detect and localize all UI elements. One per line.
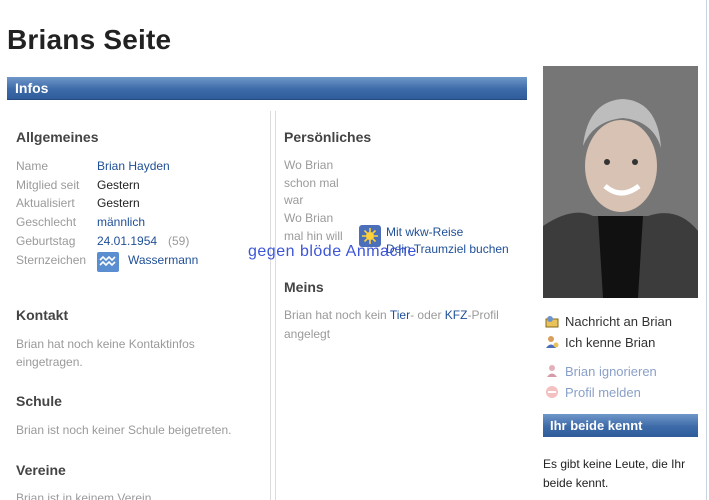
value-sternzeichen-link[interactable]: Wassermann xyxy=(128,253,198,267)
page-title: Brians Seite xyxy=(7,24,172,55)
meins-text-line2: angelegt xyxy=(284,327,331,341)
label-mitglied-seit: Mitglied seit xyxy=(16,178,80,192)
beide-kennt-text-line1: Es gibt keine Leute, die Ihr xyxy=(543,457,686,471)
meins-text-line1: Brian hat noch kein Tier- oder KFZ-Profi… xyxy=(284,308,499,322)
melden-link[interactable]: Profil melden xyxy=(565,385,641,400)
section-heading-schule: Schule xyxy=(16,393,62,409)
page-edge xyxy=(706,0,707,500)
value-geschlecht-link[interactable]: männlich xyxy=(97,215,145,229)
value-aktualisiert: Gestern xyxy=(97,196,140,210)
ignorieren-link[interactable]: Brian ignorieren xyxy=(565,364,657,379)
aquarius-icon xyxy=(97,252,119,272)
section-heading-kontakt: Kontakt xyxy=(16,307,69,323)
infos-header-bar: Infos xyxy=(7,77,527,100)
schule-text: Brian ist noch keiner Schule beigetreten… xyxy=(16,423,232,437)
q1-label-line2: schon mal xyxy=(284,176,339,190)
friend-icon xyxy=(546,336,559,348)
profile-photo xyxy=(543,66,698,298)
tier-profil-link[interactable]: Tier xyxy=(390,308,410,322)
value-mitglied-seit: Gestern xyxy=(97,178,140,192)
section-heading-allgemeines: Allgemeines xyxy=(16,129,99,145)
label-geburtstag: Geburtstag xyxy=(16,234,76,248)
ignore-icon xyxy=(547,365,557,377)
beide-kennt-text-line2: beide kennt. xyxy=(543,476,609,490)
label-sternzeichen: Sternzeichen xyxy=(16,253,87,267)
q1-label-line3: war xyxy=(284,193,304,207)
kfz-profil-link[interactable]: KFZ xyxy=(445,308,468,322)
meins-text-suffix: -Profil xyxy=(467,308,499,322)
left-column: Allgemeines Name Brian Hayden Mitglied s… xyxy=(7,111,271,500)
wkw-reise-link[interactable]: Mit wkw-Reise xyxy=(386,225,463,239)
kontakt-text-line2: eingetragen. xyxy=(16,355,83,369)
report-icon xyxy=(546,386,558,398)
section-heading-persoenliches: Persönliches xyxy=(284,129,372,145)
meins-text-prefix: Brian hat noch kein xyxy=(284,308,390,322)
section-heading-vereine: Vereine xyxy=(16,462,66,478)
value-name-link[interactable]: Brian Hayden xyxy=(97,159,170,173)
beide-kennt-header: Ihr beide kennt xyxy=(543,414,698,437)
message-icon xyxy=(545,316,559,328)
section-heading-meins: Meins xyxy=(284,279,324,295)
overlay-caption: gegen blöde Anmache xyxy=(248,243,417,260)
meins-text-mid: - oder xyxy=(410,308,445,322)
beide-kennt-title: Ihr beide kennt xyxy=(550,418,643,433)
vereine-text: Brian ist in keinem Verein xyxy=(16,491,152,500)
ich-kenne-link[interactable]: Ich kenne Brian xyxy=(565,335,655,350)
q1-label-line1: Wo Brian xyxy=(284,158,334,172)
label-aktualisiert: Aktualisiert xyxy=(16,196,75,210)
infos-title: Infos xyxy=(15,80,49,96)
label-geschlecht: Geschlecht xyxy=(16,215,77,229)
q2-label-line1: Wo Brian xyxy=(284,211,334,225)
label-name: Name xyxy=(16,159,49,173)
kontakt-text-line1: Brian hat noch keine Kontaktinfos xyxy=(16,337,195,351)
middle-column: Persönliches Wo Brian schon mal war Wo B… xyxy=(275,111,527,500)
value-geburtstag-link[interactable]: 24.01.1954 xyxy=(97,234,157,248)
value-age: (59) xyxy=(168,234,190,248)
nachricht-link[interactable]: Nachricht an Brian xyxy=(565,314,672,329)
